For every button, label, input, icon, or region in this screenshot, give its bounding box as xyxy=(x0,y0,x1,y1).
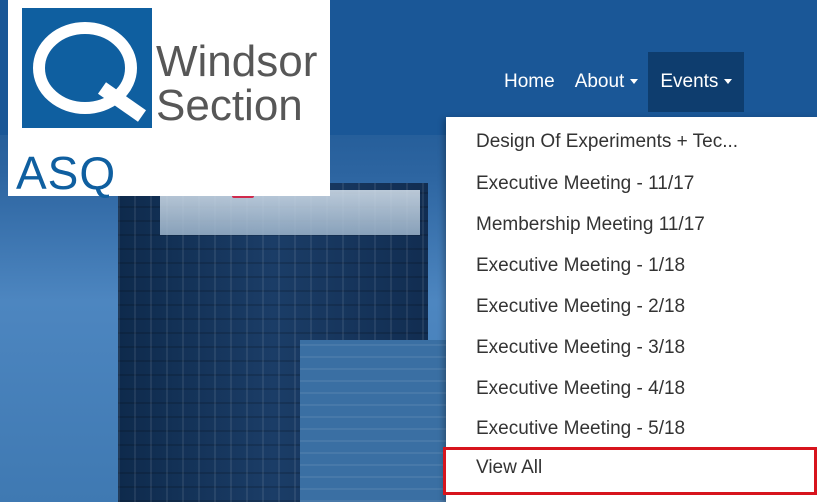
nav-about[interactable]: About xyxy=(565,52,649,112)
site-logo[interactable]: Windsor Section ASQ xyxy=(8,0,330,196)
menu-item-exec-11-17[interactable]: Executive Meeting - 11/17 xyxy=(476,173,694,195)
logo-org: ASQ xyxy=(16,147,117,199)
nav-events[interactable]: Events xyxy=(648,52,745,112)
building-top xyxy=(160,190,420,235)
menu-item-exec-2-18[interactable]: Executive Meeting - 2/18 xyxy=(476,296,685,318)
main-nav: Home About Events xyxy=(494,52,745,112)
view-all-highlight xyxy=(443,447,817,495)
building-side xyxy=(300,340,450,502)
nav-home[interactable]: Home xyxy=(494,52,565,112)
menu-item-exec-1-18[interactable]: Executive Meeting - 1/18 xyxy=(476,255,685,277)
asq-q-icon xyxy=(22,8,152,128)
events-dropdown: Design Of Experiments + Tec... Executive… xyxy=(446,117,817,502)
menu-item-doe[interactable]: Design Of Experiments + Tec... xyxy=(476,131,738,153)
caret-down-icon xyxy=(630,79,639,85)
menu-item-exec-3-18[interactable]: Executive Meeting - 3/18 xyxy=(476,337,685,359)
caret-down-icon xyxy=(724,79,733,85)
menu-item-membership-11-17[interactable]: Membership Meeting 11/17 xyxy=(476,214,705,236)
menu-item-exec-4-18[interactable]: Executive Meeting - 4/18 xyxy=(476,378,685,400)
logo-title: Windsor Section xyxy=(156,37,318,130)
menu-item-exec-5-18[interactable]: Executive Meeting - 5/18 xyxy=(476,418,685,440)
